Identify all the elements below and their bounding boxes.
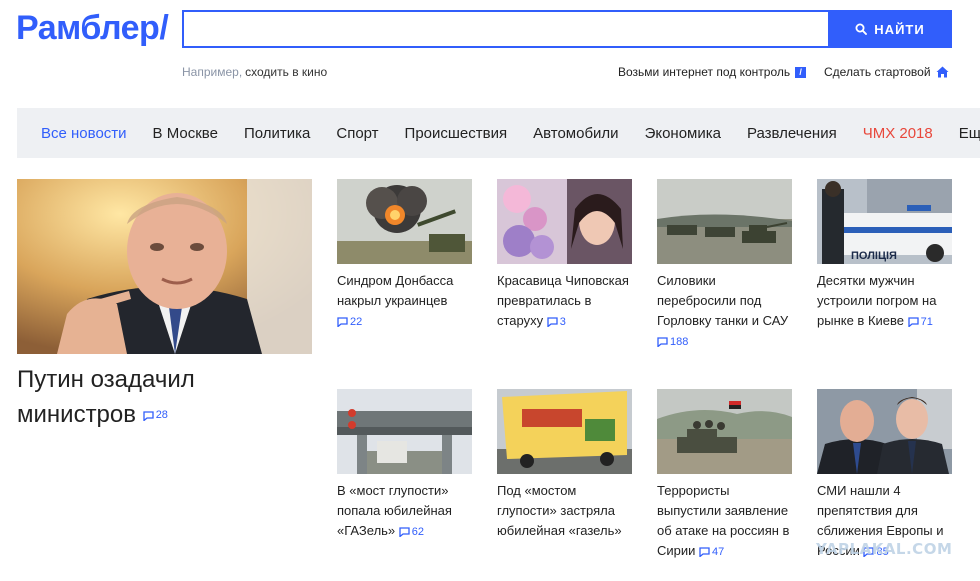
comment-count: 62 xyxy=(411,525,425,538)
putin-photo xyxy=(17,179,312,354)
nav-politics[interactable]: Политика xyxy=(244,125,310,142)
news-thumbnail[interactable]: ПОЛІЦІЯ xyxy=(817,179,952,264)
site-watermark: YAPLAKAL.COM xyxy=(816,540,953,558)
tanks-photo xyxy=(657,179,792,264)
nav-hockey-2018[interactable]: ЧМХ 2018 xyxy=(863,125,933,142)
search-button[interactable]: НАЙТИ xyxy=(828,10,952,48)
rambler-logo[interactable]: Рамблер/ xyxy=(16,8,169,48)
comment-count: 71 xyxy=(920,315,933,328)
artillery-photo xyxy=(337,179,472,264)
news-title-text: Под «мостом глупости» застряла юбилейная… xyxy=(497,483,622,538)
syria-troops-photo xyxy=(657,389,792,474)
news-title[interactable]: Под «мостом глупости» застряла юбилейная… xyxy=(497,481,633,541)
news-comments[interactable]: 22 xyxy=(337,312,362,332)
woman-selfie-photo xyxy=(497,179,632,264)
nav-more[interactable]: Ещё xyxy=(959,125,980,142)
comment-icon xyxy=(699,546,710,557)
news-card[interactable]: Под «мостом глупости» застряла юбилейная… xyxy=(497,389,633,541)
rambler-slash-icon: / xyxy=(795,66,807,78)
nav-entertainment[interactable]: Развлечения xyxy=(747,125,837,142)
search-icon xyxy=(855,23,868,35)
news-card[interactable]: ПОЛІЦІЯ Десятки мужчин устроили погром н… xyxy=(817,179,953,332)
home-icon xyxy=(936,66,949,78)
comment-count: 47 xyxy=(712,545,725,558)
news-thumbnail[interactable] xyxy=(657,389,792,474)
comment-icon xyxy=(337,316,348,327)
nav-auto[interactable]: Автомобили xyxy=(533,125,618,142)
comment-count: 28 xyxy=(155,409,168,422)
news-card[interactable]: Красавица Чиповская превратилась в стару… xyxy=(497,179,633,332)
search-button-label: НАЙТИ xyxy=(874,21,925,37)
news-comments[interactable]: 3 xyxy=(547,312,566,332)
news-comments[interactable]: 71 xyxy=(907,312,933,332)
news-title[interactable]: Красавица Чиповская превратилась в стару… xyxy=(497,271,633,332)
hint-prefix: Например, xyxy=(182,65,243,79)
news-title[interactable]: В «мост глупости» попала юбилейная «ГАЗе… xyxy=(337,481,473,542)
main-story-image[interactable] xyxy=(17,179,312,354)
news-thumbnail[interactable] xyxy=(337,179,472,264)
nav-sport[interactable]: Спорт xyxy=(336,125,378,142)
comment-icon xyxy=(657,336,668,347)
news-title-text: В «мост глупости» попала юбилейная «ГАЗе… xyxy=(337,483,452,538)
news-comments[interactable]: 62 xyxy=(399,522,424,542)
comment-count: 188 xyxy=(670,335,689,348)
news-category-nav: Все новости В Москве Политика Спорт Прои… xyxy=(17,108,980,158)
main-story-title-text: Путин озадачил министров xyxy=(17,366,195,428)
nav-moscow[interactable]: В Москве xyxy=(153,125,218,142)
news-card[interactable]: Террористы выпустили заявление об атаке … xyxy=(657,389,793,562)
news-card[interactable]: В «мост глупости» попала юбилейная «ГАЗе… xyxy=(337,389,473,542)
news-title[interactable]: Синдром Донбасса накрыл украинцев 22 xyxy=(337,271,473,332)
news-title-text: Силовики перебросили под Горловку танки … xyxy=(657,273,789,328)
comment-count: 3 xyxy=(559,315,566,328)
comment-count: 22 xyxy=(350,315,363,328)
news-comments[interactable]: 188 xyxy=(657,332,688,352)
comment-icon xyxy=(399,526,410,537)
make-startpage-link[interactable]: Сделать стартовой xyxy=(824,65,949,79)
news-card[interactable]: СМИ нашли 4 препятствия для сближения Ев… xyxy=(817,389,953,562)
internet-control-link[interactable]: Возьми интернет под контроль / xyxy=(618,65,807,79)
news-title[interactable]: Силовики перебросили под Горловку танки … xyxy=(657,271,793,352)
news-thumbnail[interactable] xyxy=(817,389,952,474)
news-thumbnail[interactable] xyxy=(497,389,632,474)
comment-icon xyxy=(907,316,919,327)
truck-photo xyxy=(497,389,632,474)
nav-all-news[interactable]: Все новости xyxy=(41,125,127,142)
comment-icon xyxy=(547,316,558,327)
news-card[interactable]: Силовики перебросили под Горловку танки … xyxy=(657,179,793,352)
police-label: ПОЛІЦІЯ xyxy=(851,250,897,262)
news-thumbnail[interactable] xyxy=(497,179,632,264)
news-title-text: Синдром Донбасса накрыл украинцев xyxy=(337,273,454,308)
main-story-comments[interactable]: 28 xyxy=(143,398,168,433)
search-hint: Например, сходить в кино xyxy=(182,65,327,79)
nav-economy[interactable]: Экономика xyxy=(645,125,721,142)
leaders-photo xyxy=(817,389,952,474)
bridge-photo xyxy=(337,389,472,474)
news-thumbnail[interactable] xyxy=(657,179,792,264)
nav-incidents[interactable]: Происшествия xyxy=(405,125,508,142)
police-photo: ПОЛІЦІЯ xyxy=(817,179,952,264)
hint-example-link[interactable]: сходить в кино xyxy=(245,65,327,79)
internet-control-label: Возьми интернет под контроль xyxy=(618,65,791,79)
news-thumbnail[interactable] xyxy=(337,389,472,474)
news-card[interactable]: Синдром Донбасса накрыл украинцев 22 xyxy=(337,179,473,332)
news-title[interactable]: Террористы выпустили заявление об атаке … xyxy=(657,481,793,562)
search-input[interactable] xyxy=(184,12,828,46)
search-box xyxy=(182,10,828,48)
make-startpage-label: Сделать стартовой xyxy=(824,65,931,79)
main-story-title[interactable]: Путин озадачил министров 28 xyxy=(17,362,317,433)
news-comments[interactable]: 47 xyxy=(699,542,724,562)
news-title[interactable]: Десятки мужчин устроили погром на рынке … xyxy=(817,271,953,332)
comment-icon xyxy=(143,411,154,421)
